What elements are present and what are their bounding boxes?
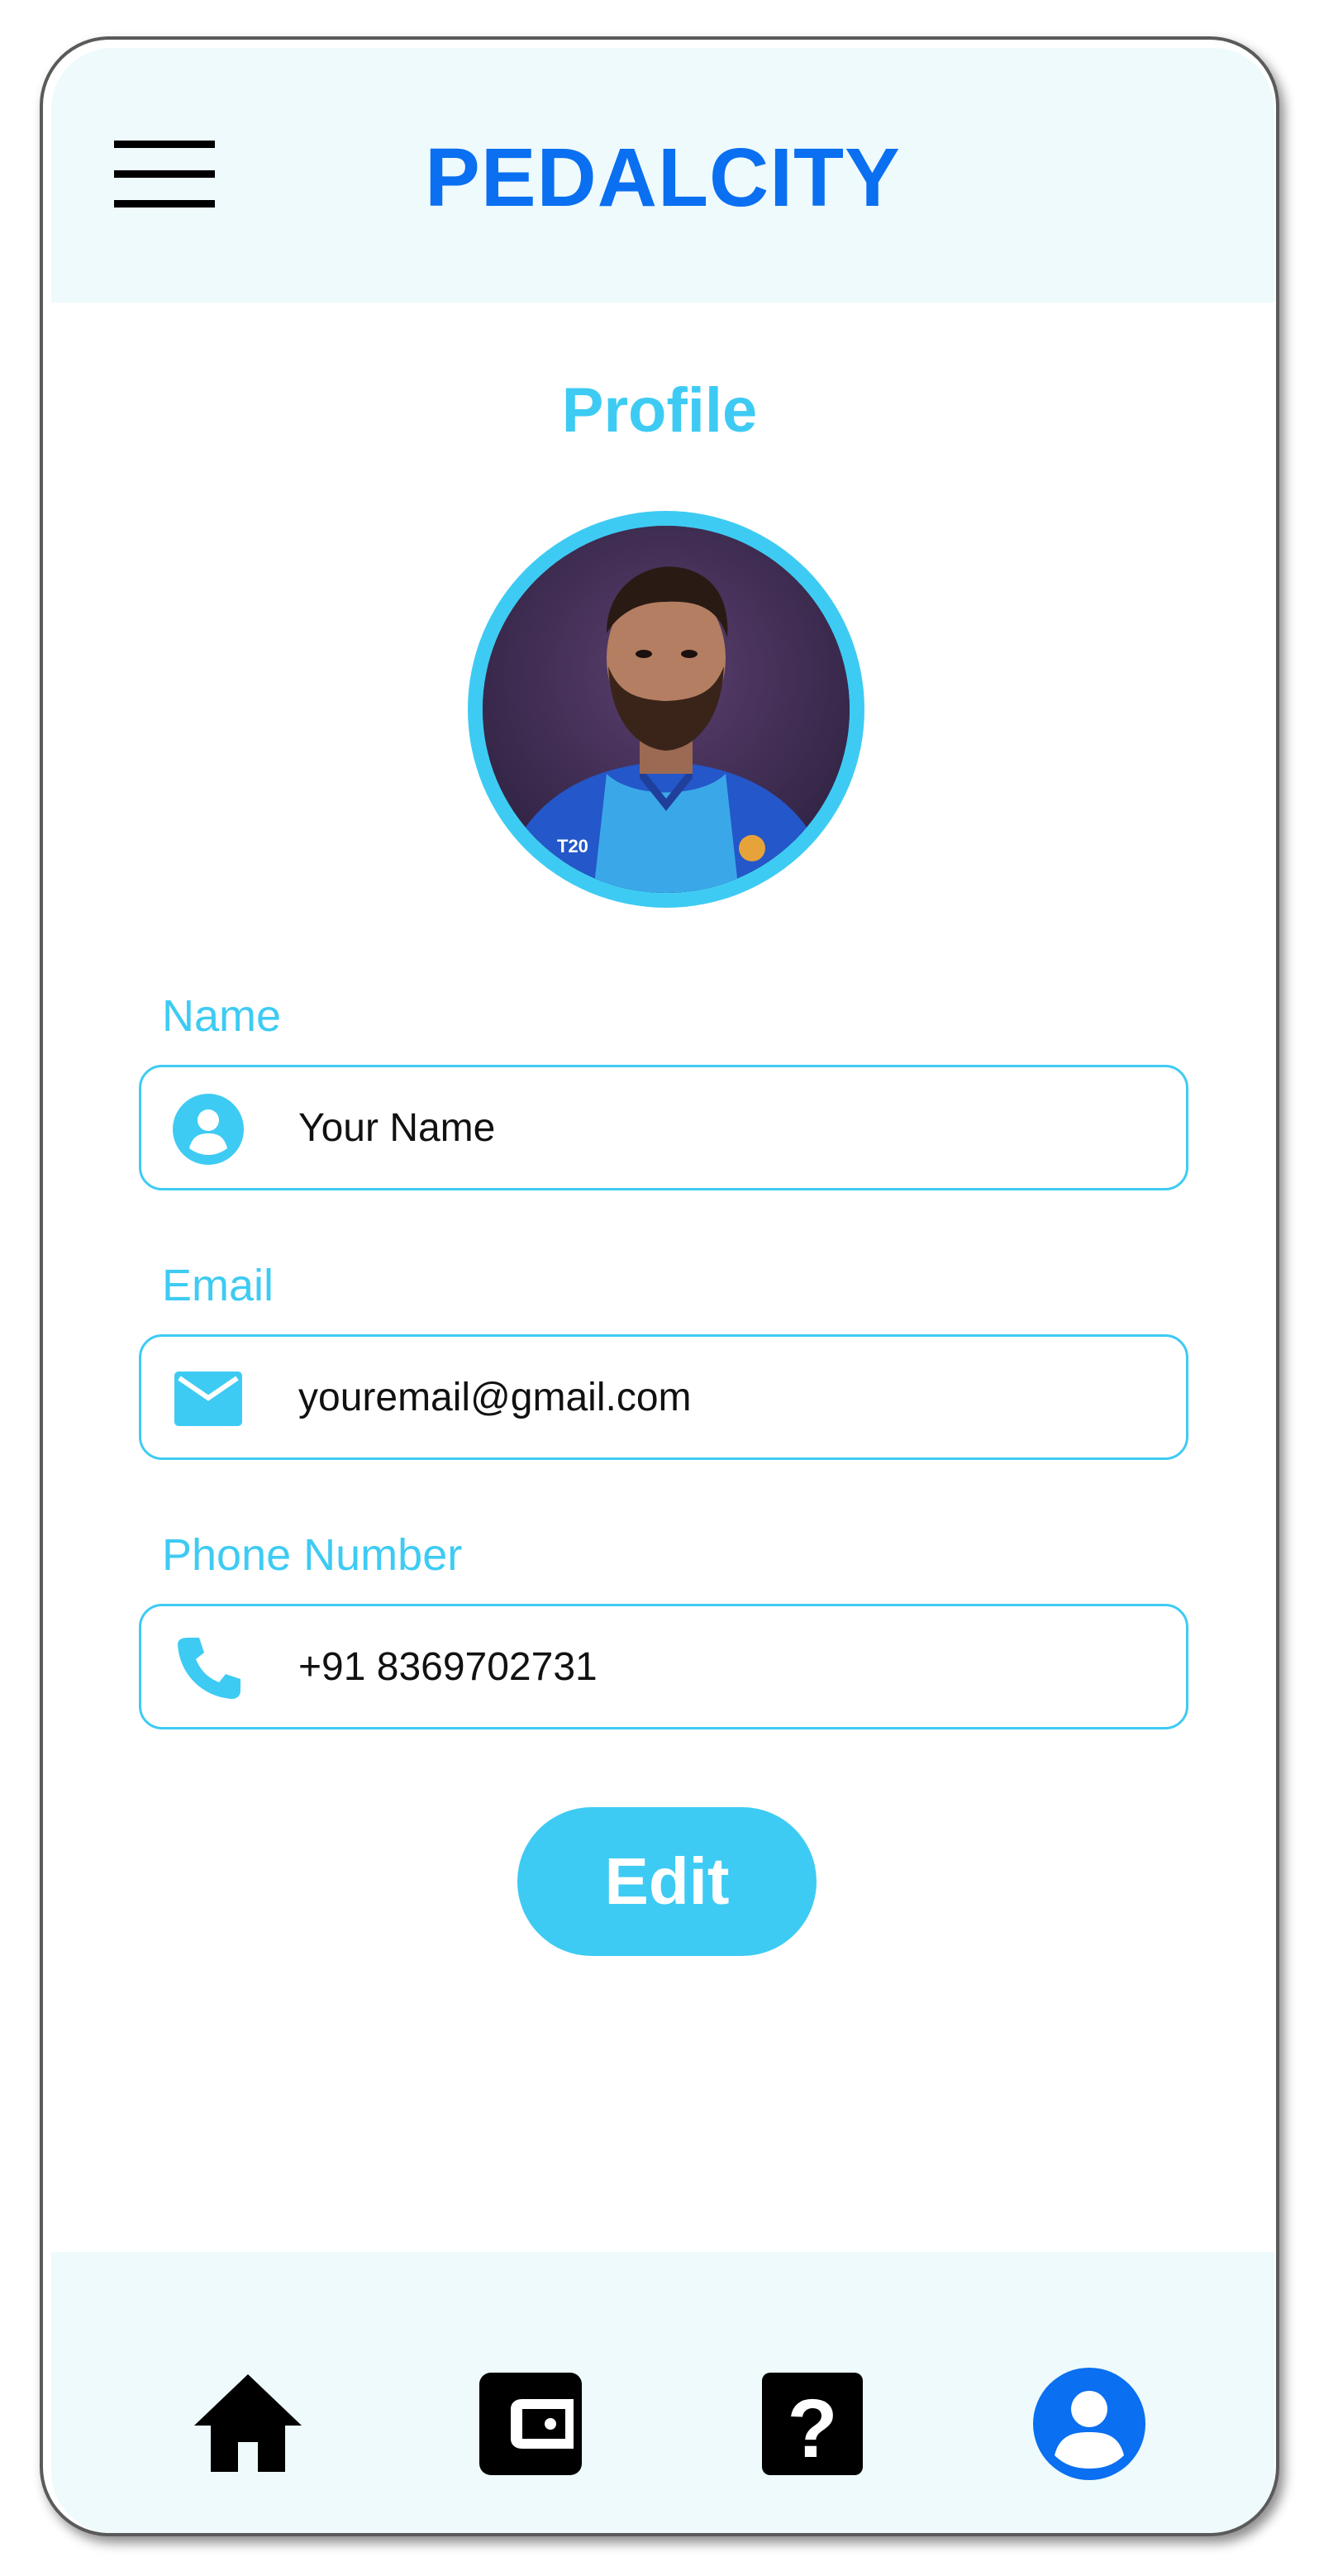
phone-frame: PEDALCITY Profile T20 Name Your Name Ema… <box>40 36 1279 2536</box>
edit-button[interactable]: Edit <box>517 1807 817 1956</box>
nav-help[interactable]: ? <box>754 2366 869 2482</box>
profile-photo-image: T20 <box>483 526 850 893</box>
phone-field[interactable]: +91 8369702731 <box>139 1604 1188 1729</box>
help-icon: ? <box>762 2373 863 2475</box>
name-label: Name <box>162 991 282 1041</box>
nav-home[interactable] <box>190 2366 306 2482</box>
mail-icon <box>174 1371 242 1426</box>
name-value: Your Name <box>298 1106 496 1150</box>
svg-text:?: ? <box>787 2383 837 2475</box>
profile-icon <box>1033 2368 1145 2480</box>
email-value: youremail@gmail.com <box>298 1376 692 1419</box>
phone-value: +91 8369702731 <box>298 1645 598 1689</box>
phone-icon <box>178 1638 240 1699</box>
phone-label: Phone Number <box>162 1530 463 1580</box>
nav-wallet[interactable] <box>473 2366 588 2482</box>
svg-text:T20: T20 <box>557 836 588 856</box>
email-label: Email <box>162 1261 274 1310</box>
email-field[interactable]: youremail@gmail.com <box>139 1334 1188 1460</box>
bottom-nav: ? <box>51 2252 1274 2533</box>
app-header: PEDALCITY <box>51 48 1274 303</box>
user-icon <box>173 1094 244 1165</box>
avatar: T20 <box>468 511 864 908</box>
nav-profile[interactable] <box>1031 2366 1147 2482</box>
wallet-icon <box>479 2373 582 2475</box>
profile-photo: T20 <box>483 526 850 893</box>
name-field[interactable]: Your Name <box>139 1065 1188 1190</box>
app-brand-title: PEDALCITY <box>425 131 901 224</box>
page-title: Profile <box>561 375 758 446</box>
home-icon <box>194 2374 302 2472</box>
